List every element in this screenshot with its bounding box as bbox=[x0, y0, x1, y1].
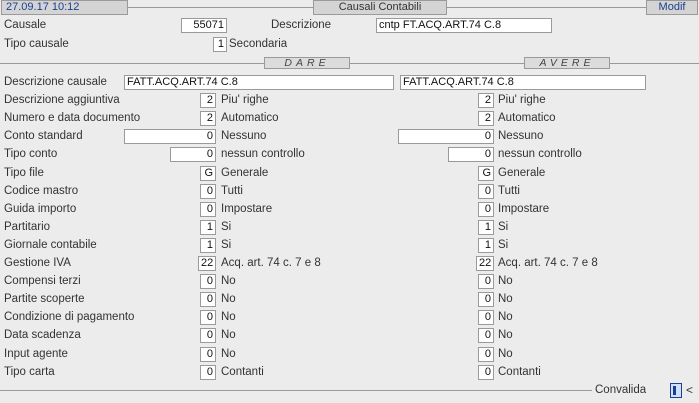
datetime-display: 27.09.17 10:12 bbox=[1, 0, 128, 15]
dare-field-text: Generale bbox=[221, 167, 269, 179]
avere-field-input[interactable]: 0 bbox=[478, 365, 494, 380]
dare-field-text: No bbox=[221, 329, 236, 341]
avere-field-text: Acq. art. 74 c. 7 e 8 bbox=[498, 257, 598, 269]
dare-field-text: Piu' righe bbox=[221, 94, 269, 106]
avere-field-text: Contanti bbox=[498, 366, 541, 378]
row-label: Tipo file bbox=[4, 167, 44, 179]
row-label: Partite scoperte bbox=[4, 293, 85, 305]
avere-field-text: Tutti bbox=[498, 185, 520, 197]
avere-field-text: Impostare bbox=[498, 203, 550, 215]
row-label: Codice mastro bbox=[4, 185, 79, 197]
dare-field-input[interactable]: 0 bbox=[124, 129, 216, 144]
avere-field-input[interactable]: 1 bbox=[478, 220, 494, 235]
mode-indicator: Modif bbox=[646, 0, 698, 15]
row-label: Tipo conto bbox=[4, 148, 58, 160]
avere-field-input[interactable]: 0 bbox=[478, 274, 494, 289]
avere-field-text: Generale bbox=[498, 167, 546, 179]
row-label: Condizione di pagamento bbox=[4, 311, 135, 323]
dare-field-input[interactable]: 0 bbox=[200, 202, 216, 217]
causale-label: Causale bbox=[4, 19, 47, 31]
tipo-causale-text: Secondaria bbox=[229, 38, 288, 50]
dare-field-input[interactable]: 0 bbox=[200, 310, 216, 325]
avere-field-text: No bbox=[498, 275, 513, 287]
dare-field-text: No bbox=[221, 293, 236, 305]
dare-field-text: No bbox=[221, 348, 236, 360]
dare-field-input[interactable]: 0 bbox=[200, 274, 216, 289]
avere-field-text: Nessuno bbox=[498, 130, 544, 142]
dare-field-text: Nessuno bbox=[221, 130, 267, 142]
dare-field-text: No bbox=[221, 311, 236, 323]
dare-field-text: Si bbox=[221, 221, 232, 233]
dare-field-text: Impostare bbox=[221, 203, 273, 215]
descrizione-input[interactable]: cntp FT.ACQ.ART.74 C.8 bbox=[376, 18, 552, 33]
avere-field-text: No bbox=[498, 311, 513, 323]
dare-field-input[interactable]: 0 bbox=[200, 292, 216, 307]
dare-field-input[interactable]: 1 bbox=[200, 220, 216, 235]
dare-field-input[interactable]: 0 bbox=[200, 365, 216, 380]
avere-field-input[interactable]: G bbox=[478, 166, 494, 181]
avere-field-text: No bbox=[498, 348, 513, 360]
dare-field-text: Contanti bbox=[221, 366, 264, 378]
dare-descrizione-causale-input[interactable]: FATT.ACQ.ART.74 C.8 bbox=[124, 75, 394, 90]
row-label: Input agente bbox=[4, 348, 68, 360]
dare-field-input[interactable]: G bbox=[200, 166, 216, 181]
row-label: Compensi terzi bbox=[4, 275, 81, 287]
row-label: Giornale contabile bbox=[4, 239, 97, 251]
dare-field-text: Automatico bbox=[221, 112, 279, 124]
back-arrow-icon[interactable]: < bbox=[686, 383, 693, 397]
avere-descrizione-causale-input[interactable]: FATT.ACQ.ART.74 C.8 bbox=[400, 75, 646, 90]
dare-field-input[interactable]: 2 bbox=[200, 111, 216, 126]
avere-field-text: No bbox=[498, 293, 513, 305]
dare-field-input[interactable]: 2 bbox=[200, 93, 216, 108]
dare-field-text: Tutti bbox=[221, 185, 243, 197]
avere-field-text: Automatico bbox=[498, 112, 556, 124]
avere-field-input[interactable]: 0 bbox=[478, 347, 494, 362]
avere-field-input[interactable]: 0 bbox=[448, 147, 494, 162]
row-label: Descrizione aggiuntiva bbox=[4, 94, 120, 106]
dare-field-text: Acq. art. 74 c. 7 e 8 bbox=[221, 257, 321, 269]
avere-field-text: Si bbox=[498, 221, 509, 233]
dare-field-input[interactable]: 0 bbox=[200, 184, 216, 199]
dare-field-text: Si bbox=[221, 239, 232, 251]
dare-field-text: No bbox=[221, 275, 236, 287]
descrizione-label: Descrizione bbox=[271, 19, 332, 31]
dare-field-input[interactable]: 0 bbox=[200, 328, 216, 343]
avere-field-input[interactable]: 0 bbox=[478, 310, 494, 325]
row-label: Tipo carta bbox=[4, 366, 55, 378]
row-label: Partitario bbox=[4, 221, 51, 233]
row-label: Conto standard bbox=[4, 130, 83, 142]
window-title: Causali Contabili bbox=[313, 0, 447, 15]
avere-field-text: No bbox=[498, 329, 513, 341]
avere-section-header: AVERE bbox=[524, 57, 610, 69]
row-label: Numero e data documento bbox=[4, 112, 141, 124]
avere-field-input[interactable]: 0 bbox=[398, 129, 494, 144]
avere-field-input[interactable]: 0 bbox=[478, 184, 494, 199]
convalida-label: Convalida bbox=[595, 384, 647, 396]
avere-field-text: Si bbox=[498, 239, 509, 251]
dare-section-header: DARE bbox=[264, 57, 350, 69]
avere-field-text: Piu' righe bbox=[498, 94, 546, 106]
dare-field-input[interactable]: 0 bbox=[170, 147, 216, 162]
avere-field-input[interactable]: 2 bbox=[478, 111, 494, 126]
row-label: Gestione IVA bbox=[4, 257, 71, 269]
row-label: Descrizione causale bbox=[4, 76, 107, 88]
avere-field-input[interactable]: 0 bbox=[478, 292, 494, 307]
avere-field-input[interactable]: 0 bbox=[478, 328, 494, 343]
convalida-icon[interactable] bbox=[670, 383, 682, 398]
dare-field-input[interactable]: 22 bbox=[198, 256, 216, 271]
row-label: Data scadenza bbox=[4, 329, 81, 341]
row-label: Guida importo bbox=[4, 203, 77, 215]
avere-field-input[interactable]: 0 bbox=[478, 202, 494, 217]
dare-field-input[interactable]: 0 bbox=[200, 347, 216, 362]
causale-input[interactable]: 55071 bbox=[181, 18, 227, 33]
dare-field-input[interactable]: 1 bbox=[200, 238, 216, 253]
avere-field-input[interactable]: 22 bbox=[476, 256, 494, 271]
avere-field-text: nessun controllo bbox=[498, 148, 582, 160]
avere-field-input[interactable]: 2 bbox=[478, 93, 494, 108]
tipo-causale-label: Tipo causale bbox=[4, 38, 69, 50]
avere-field-input[interactable]: 1 bbox=[478, 238, 494, 253]
dare-field-text: nessun controllo bbox=[221, 148, 305, 160]
tipo-causale-input[interactable]: 1 bbox=[213, 37, 227, 52]
